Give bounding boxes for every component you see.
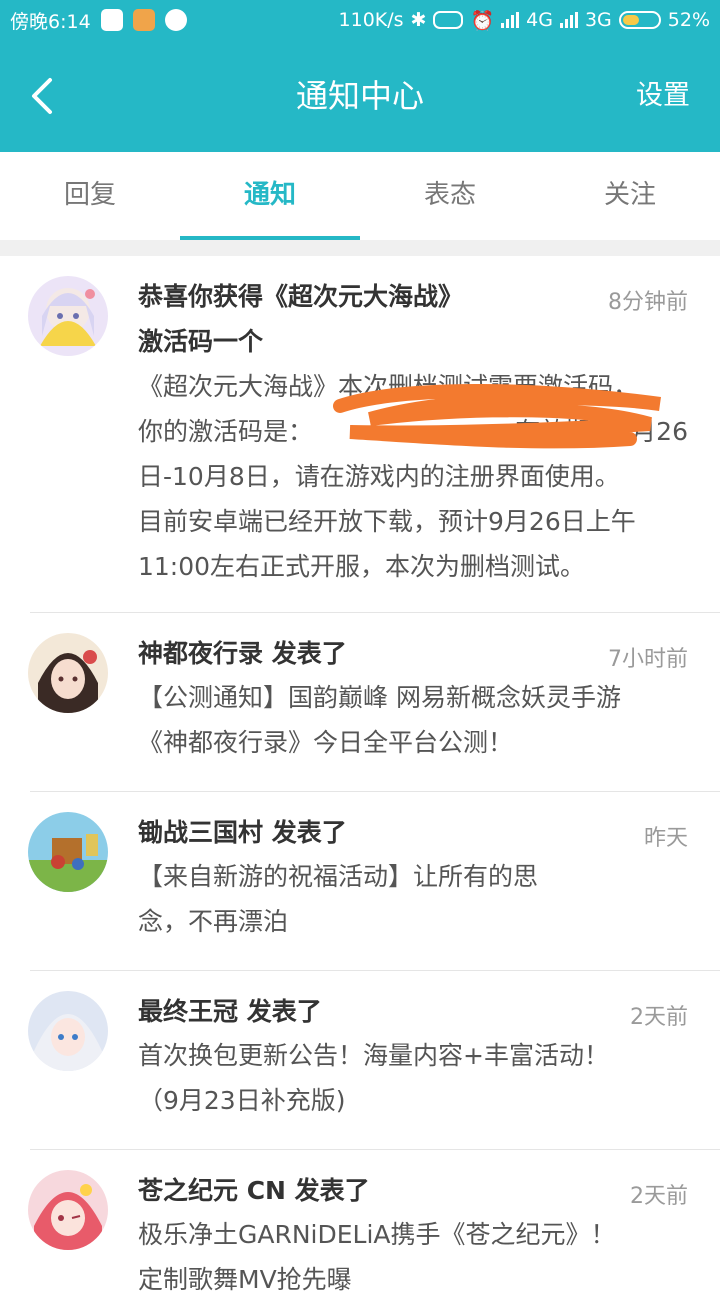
body-line: 极乐净土GARNiDELiA携手《苍之纪元》！ — [138, 1220, 616, 1249]
bird-icon — [164, 9, 187, 31]
body-line: （9月23日补充版) — [138, 1086, 346, 1115]
body-line: 【来自新游的祝福活动】让所有的思 — [138, 862, 539, 891]
item-time: 昨天 — [643, 826, 688, 851]
item-body: 首次换包更新公告！海量内容+丰富活动！ （9月23日补充版) — [138, 1033, 688, 1123]
network-4g: 4G — [526, 9, 553, 31]
avatar — [28, 276, 108, 356]
avatar — [28, 812, 108, 892]
alarm-icon: ⏰ — [470, 9, 495, 32]
redaction-scribble — [333, 384, 661, 449]
item-time: 2天前 — [630, 1005, 688, 1030]
title-line: 恭喜你获得《超次元大海战》 — [138, 282, 464, 311]
shield-icon — [100, 9, 123, 31]
list-item[interactable]: 恭喜你获得《超次元大海战》 激活码一个 8分钟前 《超次元大海战》本次删档测试需… — [28, 256, 720, 613]
item-title: 苍之纪元 CN 发表了 — [138, 1176, 370, 1205]
avatar — [28, 633, 108, 713]
tab-bar: 回复 通知 表态 关注 — [0, 152, 720, 240]
app-notification-icon — [132, 9, 155, 31]
item-title: 神都夜行录 发表了 — [138, 639, 347, 668]
vibrate-icon — [433, 11, 464, 29]
list-item[interactable]: 神都夜行录 发表了 7小时前 【公测通知】国韵巅峰 网易新概念妖灵手游 《神都夜… — [28, 613, 720, 792]
app-bar: 通知中心 设置 — [0, 40, 720, 152]
page-title: 通知中心 — [295, 77, 424, 115]
signal-icon — [501, 12, 520, 28]
network-speed: 110K/s — [338, 9, 404, 31]
notification-list: 恭喜你获得《超次元大海战》 激活码一个 8分钟前 《超次元大海战》本次删档测试需… — [0, 256, 720, 1294]
body-line: 《神都夜行录》今日全平台公测！ — [138, 728, 514, 757]
status-bar: 傍晚6:14 110K/s ✱ ⏰ 4G 3G 52% — [0, 0, 720, 40]
clock: 傍晚6:14 — [10, 10, 91, 33]
battery-percent: 52% — [667, 9, 710, 31]
body-line: 日-10月8日，请在游戏内的注册界面使用。 — [138, 462, 620, 491]
tab-reply[interactable]: 回复 — [0, 152, 180, 240]
body-line: 念，不再漂泊 — [138, 907, 289, 936]
settings-button[interactable]: 设置 — [636, 40, 690, 152]
divider — [0, 240, 720, 256]
list-item[interactable]: 最终王冠 发表了 2天前 首次换包更新公告！海量内容+丰富活动！ （9月23日补… — [28, 971, 720, 1150]
network-3g: 3G — [584, 9, 612, 31]
body-line: 目前安卓端已经开放下载，预计9月26日上午 — [138, 507, 636, 536]
item-title: 最终王冠 发表了 — [138, 997, 322, 1026]
body-line: 【公测通知】国韵巅峰 网易新概念妖灵手游 — [138, 683, 621, 712]
body-line: 首次换包更新公告！海量内容+丰富活动！ — [138, 1041, 609, 1070]
item-title: 锄战三国村 发表了 — [138, 818, 347, 847]
battery-icon — [618, 11, 661, 29]
body-line: 11:00左右正式开服，本次为删档测试。 — [138, 552, 586, 581]
item-title: 恭喜你获得《超次元大海战》 激活码一个 — [138, 274, 688, 364]
bluetooth-icon: ✱ — [410, 9, 427, 31]
tab-following[interactable]: 关注 — [540, 152, 720, 240]
item-time: 8分钟前 — [608, 290, 688, 315]
list-item[interactable]: 锄战三国村 发表了 昨天 【来自新游的祝福活动】让所有的思 念，不再漂泊 — [28, 792, 720, 971]
signal-icon-2 — [559, 12, 578, 28]
title-line: 激活码一个 — [138, 327, 264, 356]
list-item[interactable]: 苍之纪元 CN 发表了 2天前 极乐净土GARNiDELiA携手《苍之纪元》！ … — [28, 1150, 720, 1294]
item-time: 2天前 — [630, 1184, 688, 1209]
item-body: 极乐净土GARNiDELiA携手《苍之纪元》！ 定制歌舞MV抢先曝 — [138, 1212, 688, 1302]
item-body: 【来自新游的祝福活动】让所有的思 念，不再漂泊 — [138, 854, 688, 944]
battery-fill — [622, 15, 639, 25]
tab-reactions[interactable]: 表态 — [360, 152, 540, 240]
item-time: 7小时前 — [608, 647, 688, 672]
body-fragment: 你的激活码是： — [138, 417, 314, 446]
avatar — [28, 1170, 108, 1250]
avatar — [28, 991, 108, 1071]
item-body: 【公测通知】国韵巅峰 网易新概念妖灵手游 《神都夜行录》今日全平台公测！ — [138, 675, 688, 765]
tab-notice[interactable]: 通知 — [180, 152, 360, 240]
